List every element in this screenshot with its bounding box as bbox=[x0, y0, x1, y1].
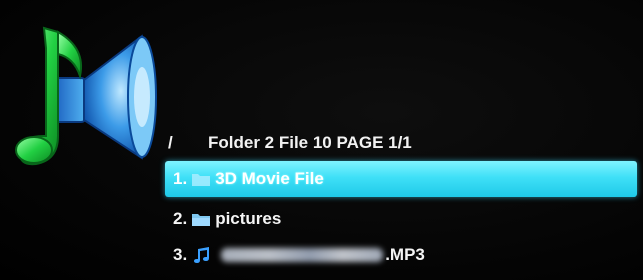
item-label: 3D Movie File bbox=[215, 169, 324, 188]
item-number: 2. bbox=[173, 209, 188, 228]
folder-info-bar: / Folder 2 File 10 PAGE 1/1 bbox=[168, 130, 412, 156]
media-player-screen: / Folder 2 File 10 PAGE 1/1 1. 3D Movie … bbox=[0, 0, 643, 280]
folder-icon bbox=[192, 214, 211, 226]
item-label: pictures bbox=[215, 209, 282, 228]
list-item[interactable]: 2. pictures bbox=[165, 201, 637, 237]
list-item-selected[interactable]: 1. 3D Movie File bbox=[165, 161, 637, 197]
item-number: 3. bbox=[173, 245, 188, 264]
current-path: / bbox=[168, 133, 173, 152]
folder-icon bbox=[192, 174, 211, 186]
folder-file-page-info: Folder 2 File 10 PAGE 1/1 bbox=[208, 133, 412, 152]
item-label: .MP3 bbox=[385, 245, 425, 264]
list-item[interactable]: 3. .MP3 bbox=[165, 237, 637, 273]
music-note-icon bbox=[194, 247, 210, 263]
item-number: 1. bbox=[173, 169, 188, 188]
music-speaker-logo-icon bbox=[15, 26, 157, 166]
file-list: 1. 3D Movie File 2. pictures 3. .MP3 bbox=[165, 161, 637, 273]
redacted-filename bbox=[221, 248, 384, 262]
